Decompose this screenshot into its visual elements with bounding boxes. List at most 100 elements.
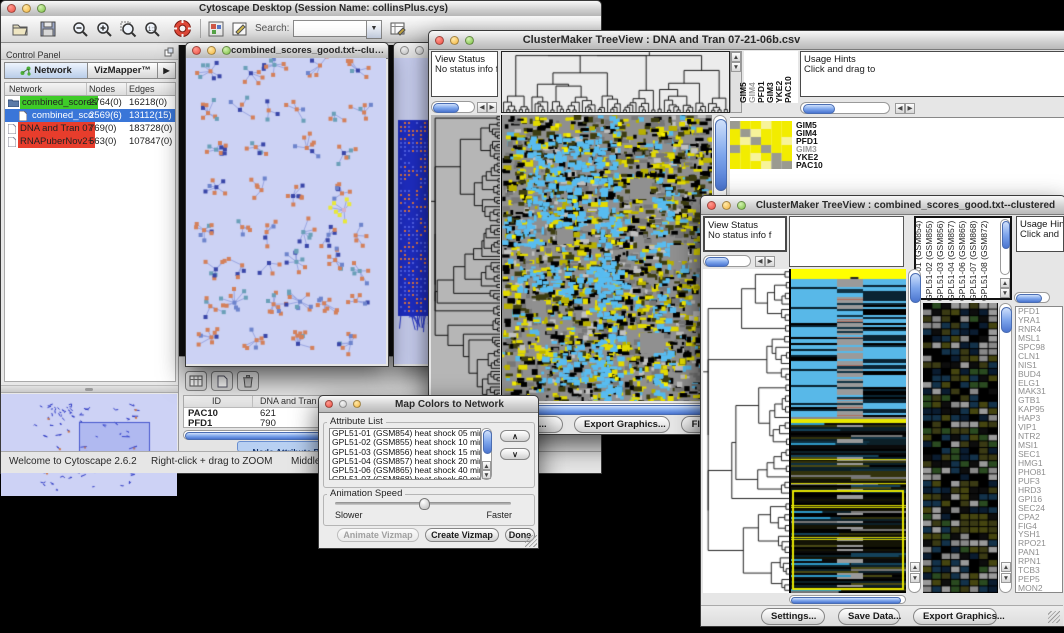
animate-vizmap-button[interactable]: Animate Vizmap — [337, 528, 419, 542]
hscroll-thumb[interactable] — [1016, 294, 1042, 303]
dialog-titlebar[interactable]: Map Colors to Network — [319, 396, 538, 413]
tab-vizmapper[interactable]: VizMapper™ — [88, 62, 158, 79]
tv2-column-dendrogram-area[interactable] — [789, 216, 904, 267]
move-up-button[interactable]: ∧ — [500, 430, 530, 442]
delete-attribute-trash-icon[interactable] — [237, 371, 259, 391]
create-vizmap-button[interactable]: Create Vizmap — [425, 528, 499, 542]
scroll-right-icon[interactable]: ▶ — [487, 102, 497, 113]
scroll-thumb[interactable] — [433, 103, 459, 113]
scroll-thumb[interactable] — [803, 104, 835, 114]
tv2-resize-grip[interactable] — [1048, 611, 1060, 623]
splitter-handle[interactable] — [85, 388, 93, 391]
tv2-genelabel-hscrollbar[interactable] — [1014, 292, 1050, 303]
save-data-button[interactable]: Save Data... — [838, 608, 900, 625]
zoom-fit-icon[interactable]: 1:1 — [143, 20, 161, 38]
vscroll-thumb[interactable] — [483, 430, 492, 454]
zoom-in-icon[interactable] — [95, 20, 113, 38]
tv2-detail-vscrollbar[interactable]: ▲ ▼ — [999, 303, 1012, 593]
network-table-header[interactable]: Network Nodes Edges — [5, 83, 175, 96]
minimize-icon[interactable] — [415, 46, 424, 55]
scroll-down-icon[interactable]: ▼ — [1001, 573, 1011, 583]
tv2-collabel-vscrollbar[interactable] — [1000, 219, 1010, 275]
attribute-browser-icon[interactable] — [389, 20, 407, 38]
scroll-left-icon[interactable]: ◀ — [755, 256, 765, 267]
condition-column-label[interactable]: GPL51-08 (GSM872) — [979, 221, 989, 301]
network-canvas[interactable] — [186, 58, 386, 364]
tv1-row-dendrogram[interactable] — [431, 115, 500, 401]
gene-row-label[interactable]: MON2 — [1018, 584, 1062, 593]
scroll-right-icon[interactable]: ▶ — [765, 256, 775, 267]
new-attribute-icon[interactable] — [211, 371, 233, 391]
tv1-zoom-matrix-canvas[interactable] — [730, 121, 792, 169]
scroll-up-icon[interactable]: ▲ — [1001, 562, 1011, 572]
treeview2-titlebar[interactable]: ClusterMaker TreeView : combined_scores_… — [701, 196, 1064, 215]
scroll-down-icon[interactable]: ▼ — [1000, 288, 1010, 298]
main-titlebar[interactable]: Cytoscape Desktop (Session Name: collins… — [1, 1, 601, 17]
condition-column-label[interactable]: GPL51-03 (GSM856) — [935, 221, 945, 301]
table-row-selected[interactable]: combined_sco 2569(6) 13112(15) — [5, 109, 175, 122]
network-titlebar[interactable]: combined_scores_good.txt--cluste... — [186, 43, 388, 59]
help-lifering-icon[interactable] — [173, 19, 192, 38]
attribute-list-vscrollbar[interactable]: ▲ ▼ — [481, 428, 492, 480]
search-dropdown-icon[interactable]: ▼ — [366, 20, 382, 39]
tv2-condition-labels[interactable]: GPL51-01 (GSM854)GPL51-02 (GSM855)GPL51-… — [916, 218, 996, 302]
tv2-main-vscrollbar[interactable]: ▲ ▼ — [908, 269, 921, 593]
hscroll-thumb[interactable] — [791, 597, 901, 604]
slider-thumb[interactable] — [419, 498, 430, 510]
tv2-gene-list[interactable]: PFD1YRA1RNR4MSL1SPC98CLN1NIS1BUD4ELG1MAK… — [1015, 306, 1063, 593]
condition-column-label[interactable]: GPL51-06 (GSM865) — [957, 221, 967, 301]
minimize-icon[interactable] — [22, 4, 31, 13]
close-icon[interactable] — [7, 4, 16, 13]
tv1-heatmap-canvas[interactable] — [501, 115, 712, 401]
zoom-icon[interactable] — [222, 46, 231, 55]
scroll-left-icon[interactable]: ◀ — [895, 103, 905, 114]
minimize-icon[interactable] — [207, 46, 216, 55]
condition-column-label[interactable]: GPL51-07 (GSM868) — [968, 221, 978, 301]
dialog-resize-grip[interactable] — [525, 535, 537, 547]
tv1-vs-scrollbar[interactable] — [431, 101, 475, 113]
condition-column-label[interactable]: GPL51-02 (GSM855) — [924, 221, 934, 301]
close-icon[interactable] — [400, 46, 409, 55]
tv1-rotated-gene-labels[interactable]: GIM5GIM4PFD1GIM3YKE2PAC10 — [744, 51, 798, 103]
tv2-heatmap-canvas[interactable] — [789, 269, 906, 593]
scroll-right-icon[interactable]: ▶ — [905, 103, 915, 114]
table-row[interactable]: RNAPuberNov2+ 563(0) 107847(0) — [5, 135, 175, 148]
scroll-up-icon[interactable]: ▲ — [1000, 278, 1010, 288]
float-panel-icon[interactable] — [164, 47, 174, 57]
annotation-icon[interactable] — [231, 20, 249, 38]
scroll-up-icon[interactable]: ▲ — [910, 562, 920, 572]
scroll-thumb[interactable] — [705, 257, 729, 267]
attribute-list[interactable]: GPL51-01 (GSM854) heat shock 05 minGPL51… — [329, 428, 481, 480]
minimize-icon[interactable] — [339, 400, 347, 408]
zoom-icon[interactable] — [465, 36, 474, 45]
condition-column-label[interactable]: GPL51-04 (GSM857) — [946, 221, 956, 301]
vscroll-thumb[interactable] — [715, 119, 727, 191]
tv2-bottom-hscrollbar[interactable] — [789, 595, 906, 604]
tv2-vs-scrollbar[interactable] — [703, 255, 751, 267]
close-icon[interactable] — [435, 36, 444, 45]
vizmap-icon[interactable] — [207, 20, 225, 38]
minimize-icon[interactable] — [450, 36, 459, 45]
tv1-zoom-gene-labels[interactable]: GIM5GIM4PFD1GIM3YKE2PAC10 — [796, 121, 836, 171]
table-row[interactable]: DNA and Tran 07 769(0) 183728(0) — [5, 122, 175, 135]
open-file-icon[interactable] — [11, 20, 29, 38]
vscroll-thumb[interactable] — [1001, 307, 1012, 333]
zoom-icon[interactable] — [37, 4, 46, 13]
table-row[interactable]: combined_scores 2764(0) 16218(0) — [5, 96, 175, 109]
zoom-icon[interactable] — [353, 400, 361, 408]
tv2-row-dendrogram[interactable] — [703, 269, 789, 593]
tv1-zoom-hscrollbar[interactable] — [800, 102, 890, 114]
birdseye-view-canvas[interactable] — [1, 394, 177, 496]
panel-splitter[interactable] — [1, 385, 178, 393]
move-down-button[interactable]: ∨ — [500, 448, 530, 460]
export-graphics-button[interactable]: Export Graphics... — [913, 608, 997, 625]
gene-row-label[interactable]: PAC10 — [796, 161, 836, 169]
scroll-up-icon[interactable]: ▲ — [482, 461, 491, 470]
tv1-column-dendrogram[interactable] — [501, 51, 730, 113]
close-icon[interactable] — [325, 400, 333, 408]
close-icon[interactable] — [192, 46, 201, 55]
search-input[interactable] — [293, 20, 367, 37]
tab-more-icon[interactable]: ▶ — [158, 62, 176, 79]
select-attributes-icon[interactable] — [185, 371, 207, 391]
zoom-icon[interactable] — [737, 201, 746, 210]
